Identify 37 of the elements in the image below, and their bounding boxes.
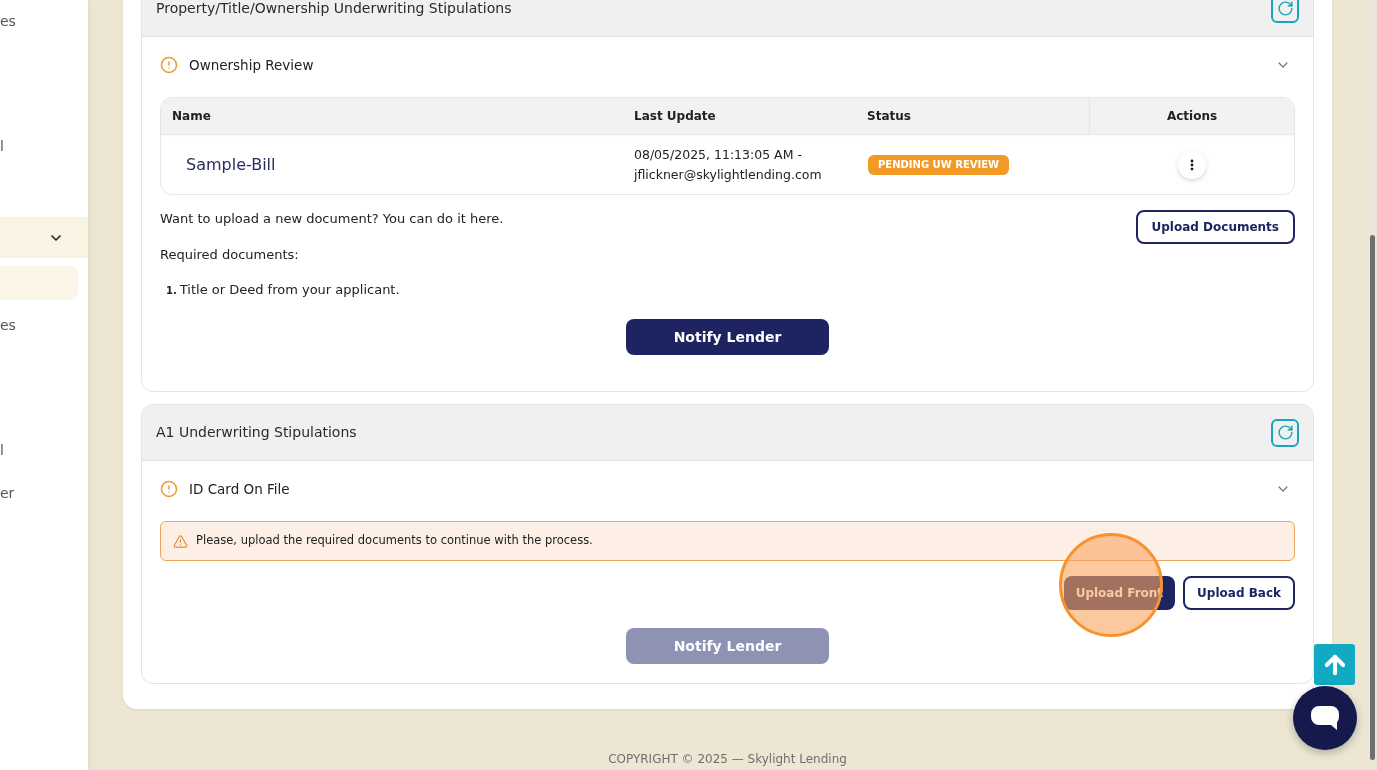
list-number: 1. [166,284,177,298]
refresh-icon [1276,0,1294,17]
row-actions-button[interactable] [1177,150,1206,179]
stipulation-title[interactable]: ID Card On File [189,478,290,500]
document-name[interactable]: Sample-Bill [186,152,276,177]
sidebar-item[interactable]: es [0,315,16,335]
upload-prompt: Want to upload a new document? You can do it here. [160,210,504,228]
warning-circle-icon [160,56,178,74]
column-header: Last Update [634,108,716,125]
section-title: Property/Title/Ownership Underwriting Stipulations [156,0,512,18]
upload-documents-button[interactable]: Upload Documents [1135,210,1295,244]
refresh-icon [1276,424,1294,441]
sidebar-item[interactable]: l [0,440,4,460]
sidebar-item[interactable]: es [0,11,16,31]
alert-message: Please, upload the required documents to continue with the process. [196,532,593,550]
required-document: Title or Deed from your applicant. [179,281,400,299]
upload-button[interactable]: Upload Back [1183,576,1295,610]
scroll-to-top-button[interactable] [1314,644,1355,685]
column-header: Name [172,108,211,125]
chat-bubble-icon [1311,706,1339,730]
sidebar-item[interactable]: l [0,136,4,156]
column-header: Status [867,108,911,125]
stipulation-title[interactable]: Ownership Review [189,54,314,76]
refresh-button[interactable] [1271,0,1299,23]
refresh-button[interactable] [1271,418,1299,447]
scrollbar[interactable] [1367,0,1377,770]
sidebar-item[interactable]: er [0,483,15,503]
section-title: A1 Underwriting Stipulations [156,423,357,442]
warning-triangle-icon [173,533,188,549]
warning-circle-icon [160,480,178,498]
required-documents-label: Required documents: [160,246,300,264]
notify-lender-button[interactable]: Notify Lender [626,319,829,355]
column-header: Actions [1166,108,1218,125]
scrollbar-thumb[interactable] [1369,235,1375,760]
copyright-text: COPYRIGHT © 2025 — Skylight Lending [608,752,847,766]
last-update-text: 08/05/2025, 11:13:05 AM - jflickner@skylightlending.com [634,145,823,184]
status-badge: PENDING UW REVIEW [868,154,1010,175]
